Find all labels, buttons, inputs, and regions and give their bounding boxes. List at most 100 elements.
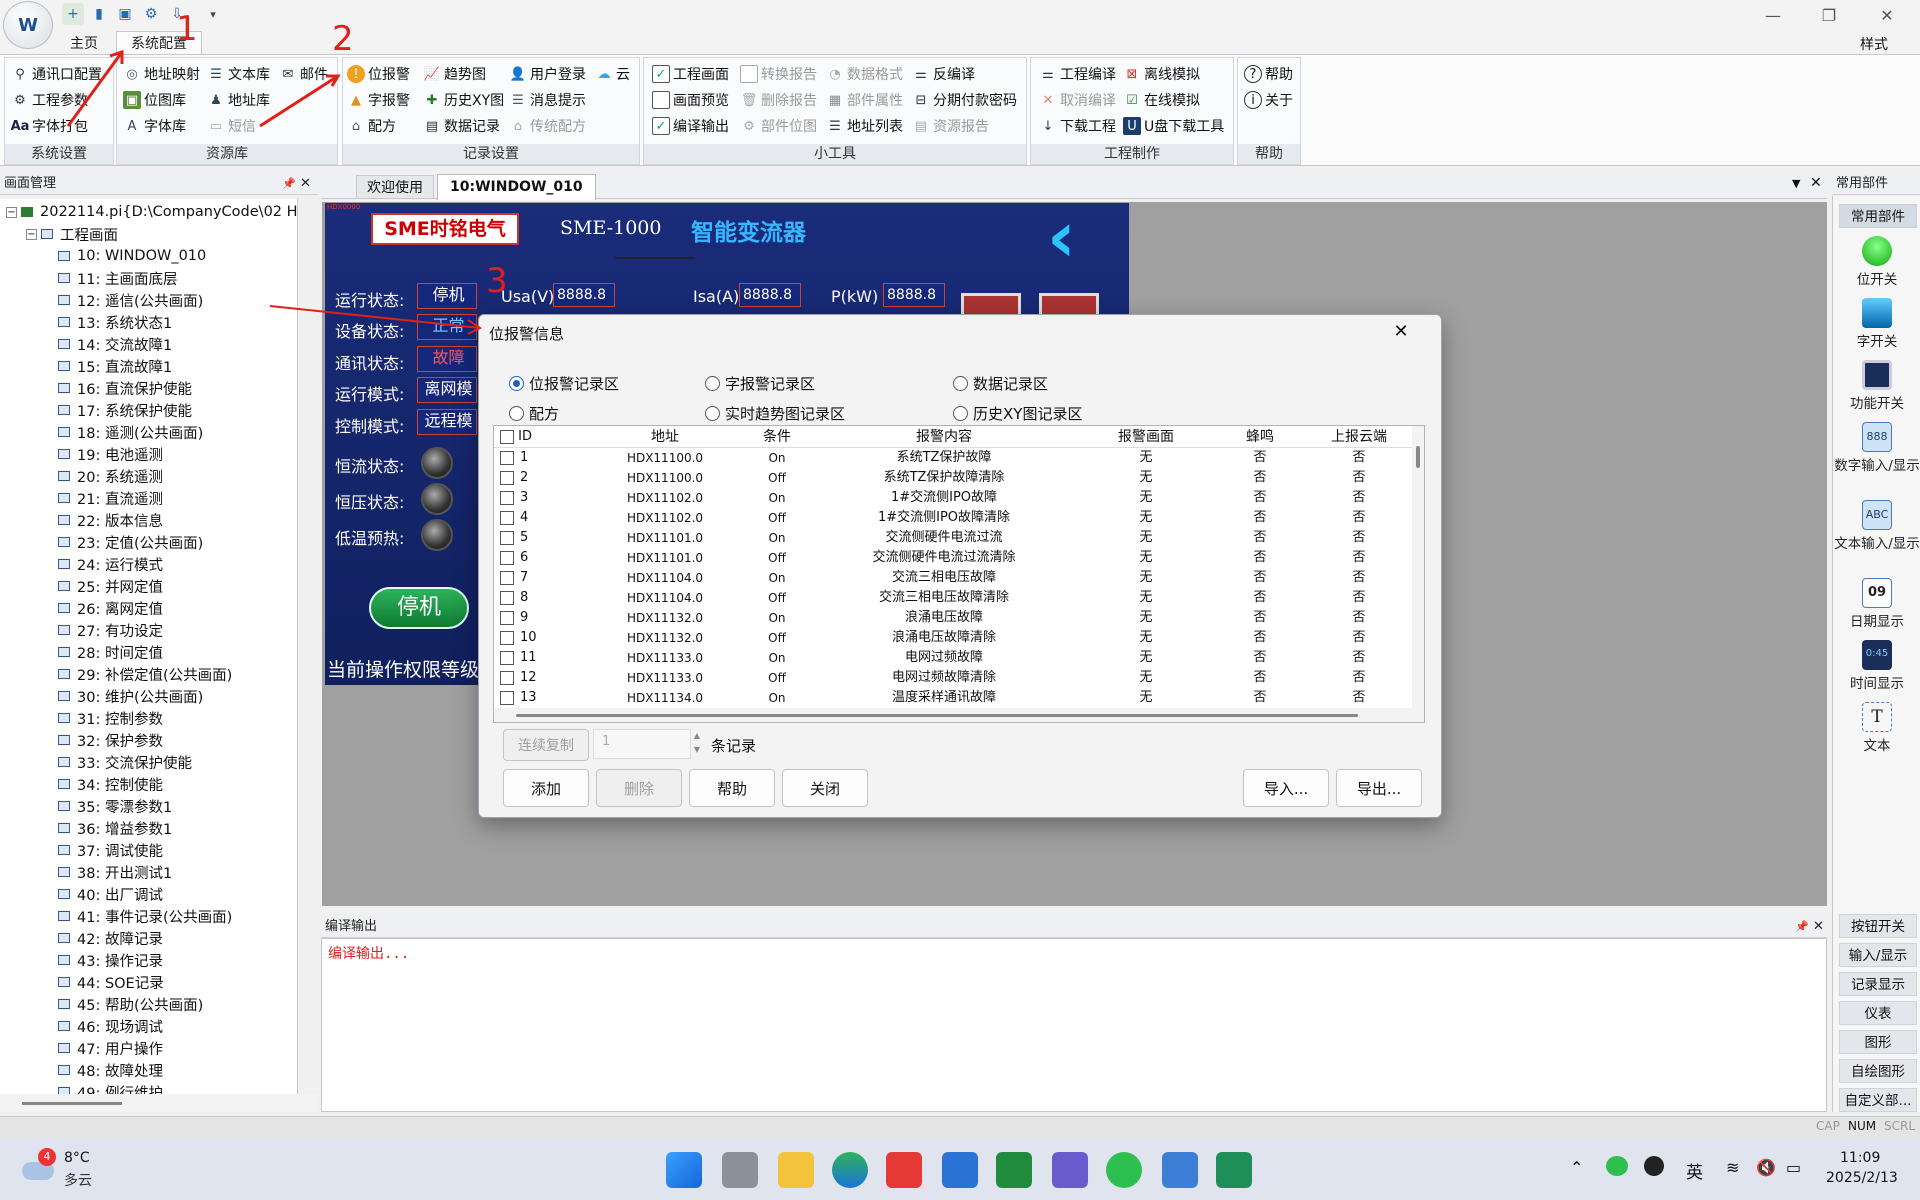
tool-text[interactable]: T 文本	[1833, 702, 1920, 754]
select-all-checkbox[interactable]	[500, 429, 514, 444]
table-row[interactable]: 9 HDX11132.0 On 浪涌电压故障 无 否 否	[494, 608, 1412, 628]
model-label[interactable]: SME-1000	[560, 217, 661, 239]
wechat-icon[interactable]	[1106, 1152, 1142, 1188]
data-record-button[interactable]: ▤ 数据记录	[423, 114, 500, 138]
tool-text-io[interactable]: ABC 文本输入/显示	[1833, 500, 1920, 552]
close-tab-icon[interactable]: ✕	[1810, 175, 1822, 191]
table-row[interactable]: 1 HDX11100.0 On 系统TZ保护故障 无 否 否	[494, 448, 1412, 468]
table-row[interactable]: 5 HDX11101.0 On 交流侧硬件电流过流 无 否 否	[494, 528, 1412, 548]
row-checkbox[interactable]	[500, 670, 514, 685]
table-row[interactable]: 7 HDX11104.0 On 交流三相电压故障 无 否 否	[494, 568, 1412, 588]
tool-date-display[interactable]: 09 日期显示	[1833, 578, 1920, 630]
tree-item[interactable]: 26: 离网定值	[58, 597, 163, 619]
part-properties-button[interactable]: ▦ 部件属性	[826, 88, 903, 112]
mail-button[interactable]: ✉ 邮件	[279, 62, 328, 86]
tree-item[interactable]: 34: 控制使能	[58, 773, 163, 795]
tool-number-io[interactable]: 888 数字输入/显示	[1833, 422, 1920, 474]
online-sim-button[interactable]: ☑ 在线模拟	[1123, 88, 1200, 112]
tree-root[interactable]: − 2022114.pi{D:\CompanyCode\02 H	[6, 201, 297, 223]
tree-item[interactable]: 16: 直流保护使能	[58, 377, 192, 399]
tree-item[interactable]: 18: 遥测(公共画面)	[58, 421, 203, 443]
tray-qq-icon[interactable]	[1644, 1156, 1664, 1176]
word-alarm-button[interactable]: ▲ 字报警	[347, 88, 410, 112]
address-library-button[interactable]: ♟ 地址库	[207, 88, 270, 112]
tree-item[interactable]: 49: 例行维护	[58, 1081, 163, 1094]
project-params-button[interactable]: ⚙ 工程参数	[11, 88, 88, 112]
download-icon[interactable]: ⇩	[166, 3, 188, 25]
legacy-recipe-button[interactable]: ⌂ 传统配方	[509, 114, 586, 138]
help-button[interactable]: ? 帮助	[1244, 62, 1293, 86]
pin-icon[interactable]: 📌	[1795, 916, 1809, 938]
stop-button[interactable]: 停机	[369, 587, 469, 629]
tab-list-icon[interactable]: ▼	[1792, 177, 1800, 190]
company-logo[interactable]: SME时铭电气	[371, 213, 519, 245]
row-checkbox[interactable]	[500, 650, 514, 665]
app-logo[interactable]: W	[3, 1, 53, 49]
tree-item[interactable]: 38: 开出测试1	[58, 861, 172, 883]
archive-icon[interactable]	[1162, 1152, 1198, 1188]
close-panel-icon[interactable]: ✕	[1813, 916, 1824, 938]
close-panel-icon[interactable]: ✕	[300, 173, 311, 195]
cloud-button[interactable]: ☁ 云	[595, 62, 631, 86]
tree-hscroll[interactable]	[0, 1094, 318, 1112]
device-status-value[interactable]: 正常	[417, 314, 477, 340]
sms-button[interactable]: ▭ 短信	[207, 114, 256, 138]
tree-folder[interactable]: − 工程画面	[26, 223, 118, 245]
tree-item[interactable]: 40: 出厂调试	[58, 883, 163, 905]
battery-icon[interactable]: ▭	[1786, 1158, 1801, 1177]
radio-bit-alarm[interactable]: 位报警记录区	[509, 373, 619, 394]
address-list-button[interactable]: ☰ 地址列表	[826, 114, 903, 138]
table-row[interactable]: 8 HDX11104.0 Off 交流三相电压故障清除 无 否 否	[494, 588, 1412, 608]
copy-count-spinner[interactable]: ▲ ▼	[691, 729, 703, 759]
category-io[interactable]: 输入/显示	[1839, 943, 1917, 967]
collapse-icon[interactable]: −	[6, 206, 17, 218]
ime-indicator[interactable]: 英	[1686, 1158, 1703, 1183]
recipe-button[interactable]: ⌂ 配方	[347, 114, 396, 138]
alarm-grid[interactable]: ID 地址 条件 报警内容 报警画面 蜂鸣 上报云端 1 HDX11100.0 On…	[493, 425, 1425, 723]
screen-preview-toggle[interactable]: 画面预览	[652, 88, 729, 112]
message-prompt-button[interactable]: ☰ 消息提示	[509, 88, 586, 112]
radio-recipe[interactable]: 配方	[509, 403, 559, 424]
header-id-cell[interactable]: ID	[494, 426, 586, 448]
table-row[interactable]: 10 HDX11132.0 Off 浪涌电压故障清除 无 否 否	[494, 628, 1412, 648]
col-buzzer[interactable]: 蜂鸣	[1214, 426, 1306, 448]
grid-vscroll[interactable]	[1412, 426, 1424, 708]
tray-chevron-icon[interactable]: ⌃	[1570, 1158, 1583, 1177]
settings-icon[interactable]: ⚙	[140, 3, 162, 25]
tree-item[interactable]: 22: 版本信息	[58, 509, 163, 531]
obsidian-icon[interactable]	[1052, 1152, 1088, 1188]
temperature[interactable]: 8°C	[64, 1150, 90, 1166]
category-records[interactable]: 记录显示	[1839, 972, 1917, 996]
category-shapes[interactable]: 图形	[1839, 1030, 1917, 1054]
font-pack-button[interactable]: Aa 字体打包	[11, 114, 88, 138]
bitmap-library-button[interactable]: ▣ 位图库	[123, 88, 186, 112]
tool-bit-switch[interactable]: 位开关	[1833, 236, 1920, 288]
spreadsheet-icon[interactable]	[996, 1152, 1032, 1188]
tool-function-switch[interactable]: 功能开关	[1833, 360, 1920, 412]
isa-value[interactable]: 8888.8	[739, 283, 801, 307]
tree-item[interactable]: 11: 主画面底层	[58, 267, 177, 289]
table-row[interactable]: 12 HDX11133.0 Off 电网过频故障清除 无 否 否	[494, 668, 1412, 688]
tree-item[interactable]: 36: 增益参数1	[58, 817, 172, 839]
dialog-close-icon[interactable]: ✕	[1379, 317, 1423, 347]
tree-item[interactable]: 17: 系统保护使能	[58, 399, 192, 421]
control-mode-value[interactable]: 远程模	[417, 409, 477, 435]
comm-status-value[interactable]: 故障	[417, 346, 477, 372]
table-row[interactable]: 13 HDX11134.0 On 温度采样通讯故障 无 否 否	[494, 688, 1412, 708]
open-icon[interactable]: ▮	[88, 3, 110, 25]
offline-sim-button[interactable]: ⊠ 离线模拟	[1123, 62, 1200, 86]
tree-item[interactable]: 48: 故障处理	[58, 1059, 163, 1081]
table-row[interactable]: 11 HDX11133.0 On 电网过频故障 无 否 否	[494, 648, 1412, 668]
tree-item[interactable]: 42: 故障记录	[58, 927, 163, 949]
tree-item[interactable]: 10: WINDOW_010	[58, 245, 206, 267]
radio-word-alarm[interactable]: 字报警记录区	[705, 373, 815, 394]
bit-alarm-dialog[interactable]: 位报警信息 ✕ 位报警记录区 字报警记录区 数据记录区 配方 实时趋势图记录区 …	[478, 314, 1442, 818]
constant-voltage-lamp[interactable]	[421, 483, 453, 515]
help-dialog-button[interactable]: 帮助	[689, 769, 775, 807]
tree-item[interactable]: 32: 保护参数	[58, 729, 163, 751]
tree-item[interactable]: 41: 事件记录(公共画面)	[58, 905, 232, 927]
project-screen-toggle[interactable]: ✓ 工程画面	[652, 62, 729, 86]
compile-project-button[interactable]: ⚌ 工程编译	[1039, 62, 1116, 86]
table-row[interactable]: 6 HDX11101.0 Off 交流侧硬件电流过流清除 无 否 否	[494, 548, 1412, 568]
hmi-title[interactable]: 智能变流器	[691, 213, 806, 247]
